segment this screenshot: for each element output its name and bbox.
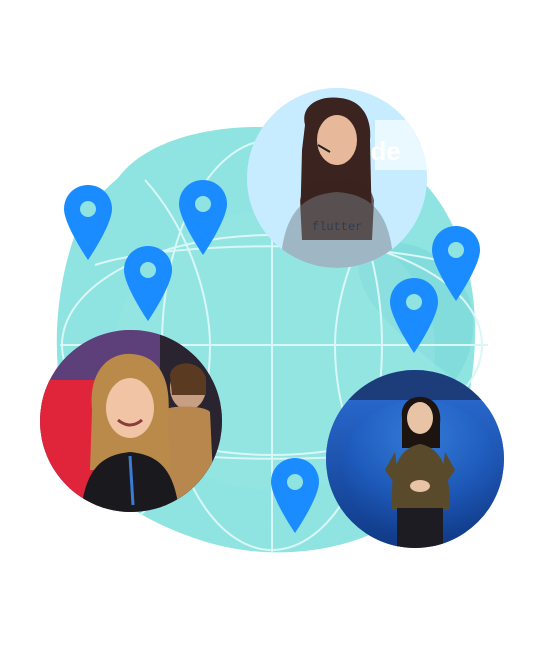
shirt-text: flutter: [312, 220, 362, 234]
globe-scene: er.de flutter: [40, 88, 504, 553]
global-community-illustration: er.de flutter: [0, 0, 544, 646]
